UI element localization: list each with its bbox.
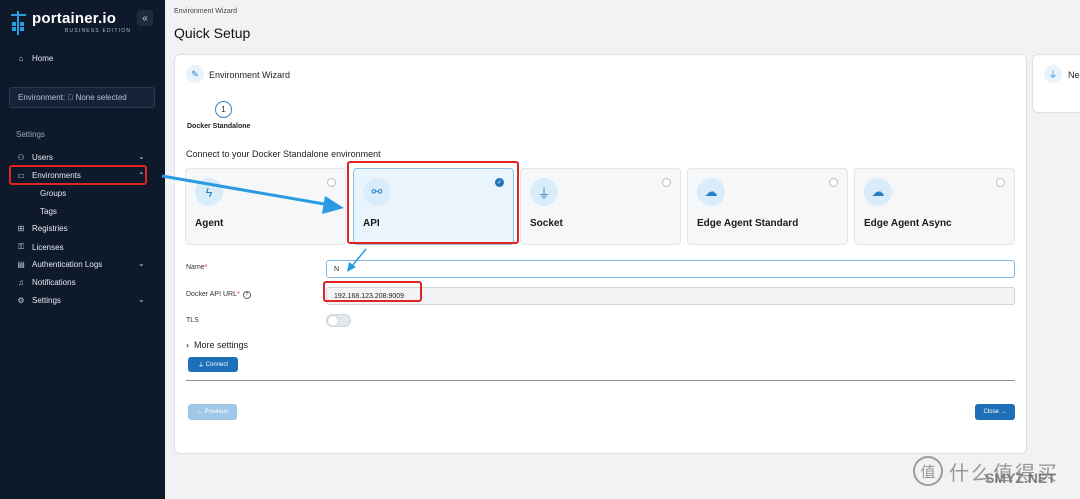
sidebar-item-licenses[interactable]: ⚿ Licenses (16, 242, 64, 252)
logo-edition: BUSINESS EDITION (65, 28, 132, 34)
home-icon: ⌂ (18, 54, 24, 63)
tls-label: TLS (186, 317, 199, 324)
plug-icon: ⏚ (1044, 65, 1062, 83)
users-icon: ⚇ (17, 153, 25, 162)
lightning-icon: ϟ (195, 178, 223, 206)
bell-icon: ♫ (18, 278, 24, 287)
logo-name: portainer.io (32, 10, 117, 27)
connect-heading: Connect to your Docker Standalone enviro… (186, 149, 381, 159)
magic-wand-icon: ✎ (186, 65, 204, 83)
page-title: Quick Setup (174, 25, 251, 41)
name-label: Name* (186, 264, 208, 271)
sidebar-item-tags[interactable]: Tags (40, 207, 57, 216)
settings-section-title: Settings (16, 130, 45, 139)
breadcrumb[interactable]: Environment Wizard (174, 8, 237, 15)
previous-button[interactable]: ← Previous (188, 404, 237, 420)
close-button[interactable]: Close → (975, 404, 1015, 420)
collapse-sidebar-button[interactable]: « (137, 10, 153, 26)
chevron-down-icon[interactable]: ⌄ (138, 152, 145, 161)
cloud-icon: ☁ (864, 178, 892, 206)
option-label: Edge Agent Standard (697, 218, 799, 229)
option-label: Agent (195, 218, 224, 229)
radio-button[interactable] (327, 178, 336, 187)
wizard-title: Environment Wizard (209, 70, 291, 80)
gear-icon: ⚙ (17, 296, 25, 305)
sidebar-item-notifications[interactable]: ♫ Notifications (16, 278, 76, 287)
cloud-icon: ☁ (697, 178, 725, 206)
step-label: Docker Standalone (187, 123, 251, 130)
tls-toggle[interactable] (326, 314, 351, 327)
sidebar-item-label: Authentication Logs (32, 260, 103, 269)
side-card (1032, 54, 1080, 113)
plug-icon: ⏚ (197, 363, 206, 369)
sidebar-item-label: Registries (32, 224, 68, 233)
environment-selector[interactable]: Environment: ⃠ None selected (9, 87, 155, 108)
registry-icon: ⊞ (17, 224, 25, 233)
option-edge-agent-async[interactable]: ☁ Edge Agent Async (854, 168, 1015, 245)
divider (186, 380, 1015, 381)
sidebar-item-users[interactable]: ⚇ Users (16, 153, 53, 162)
portainer-logo[interactable]: portainer.io BUSINESS EDITION (10, 10, 131, 36)
name-input[interactable]: N (326, 260, 1015, 278)
chevron-down-icon[interactable]: ⌄ (138, 295, 145, 304)
more-settings-toggle[interactable]: › More settings (186, 340, 248, 350)
help-icon: ? (242, 291, 251, 299)
step-indicator: 1 (215, 101, 232, 118)
option-label: Socket (530, 218, 563, 229)
connect-button[interactable]: ⏚ Connect (188, 357, 238, 372)
plug-icon: ⏚ (530, 178, 558, 206)
sidebar-item-label: Home (32, 54, 54, 63)
docker-api-url-input[interactable]: 192.168.123.208:9009 (326, 287, 1015, 305)
sidebar-item-authentication-logs[interactable]: ▤ Authentication Logs (16, 260, 102, 269)
annotation-box-url (323, 281, 422, 302)
radio-button[interactable] (662, 178, 671, 187)
annotation-box-environments (9, 165, 147, 185)
key-icon: ⚿ (17, 242, 25, 251)
radio-button[interactable] (829, 178, 838, 187)
portainer-crane-icon (10, 10, 27, 36)
sidebar: portainer.io BUSINESS EDITION « ⌂ Home E… (0, 0, 165, 499)
sidebar-item-label: Users (32, 153, 53, 162)
chevron-down-icon[interactable]: ⌄ (138, 259, 145, 268)
radio-button[interactable] (996, 178, 1005, 187)
option-edge-agent-standard[interactable]: ☁ Edge Agent Standard (687, 168, 848, 245)
sidebar-item-label: Notifications (32, 278, 76, 287)
option-label: Edge Agent Async (864, 218, 952, 229)
watermark-logo: 值 (913, 456, 943, 486)
wizard-card (174, 54, 1027, 454)
sidebar-item-label: Licenses (32, 242, 64, 252)
sidebar-item-settings[interactable]: ⚙ Settings (16, 296, 61, 305)
sidebar-item-home[interactable]: ⌂ Home (16, 54, 54, 63)
log-icon: ▤ (17, 260, 25, 269)
side-card-title: Ne (1068, 70, 1080, 80)
sidebar-item-registries[interactable]: ⊞ Registries (16, 224, 68, 233)
docker-api-url-label: Docker API URL*? (186, 291, 251, 299)
chevron-right-icon: › (186, 340, 189, 350)
option-agent[interactable]: ϟ Agent (185, 168, 346, 245)
watermark-sub: SMYZ.NET (985, 470, 1056, 486)
annotation-box-api (347, 161, 519, 244)
sidebar-item-label: Settings (32, 296, 61, 305)
option-socket[interactable]: ⏚ Socket (520, 168, 681, 245)
sidebar-item-groups[interactable]: Groups (40, 189, 66, 198)
